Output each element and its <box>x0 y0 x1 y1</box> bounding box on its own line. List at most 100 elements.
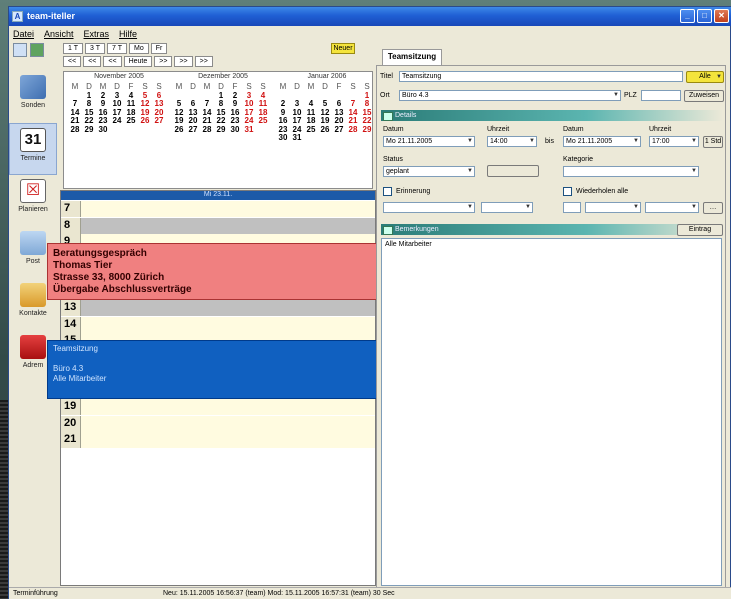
calendar-day[interactable]: 30 <box>276 133 290 143</box>
minimize-button[interactable]: _ <box>680 9 695 23</box>
planner-icon: ☒ <box>20 179 46 203</box>
wer-dropdown[interactable]: Alle <box>686 71 724 83</box>
kategorie-dropdown[interactable] <box>563 166 699 177</box>
von-time-input[interactable]: 14:00 <box>487 136 537 147</box>
hour-slot[interactable] <box>81 415 375 432</box>
nav-forward-week[interactable]: >> <box>174 56 193 67</box>
tab-fr[interactable]: Fr <box>150 43 168 54</box>
menu-ansicht[interactable]: Ansicht <box>44 29 74 39</box>
menu-extras[interactable]: Extras <box>84 29 110 39</box>
zuweisen-button[interactable]: Zuweisen <box>684 90 724 102</box>
nav-back-month[interactable]: << <box>63 56 82 67</box>
hour-slot[interactable] <box>81 316 375 333</box>
wiederholen-unit[interactable] <box>585 202 641 213</box>
sidebar-item-termine[interactable]: 31 Termine <box>9 123 57 175</box>
hour-slot[interactable] <box>81 217 375 234</box>
titel-input[interactable]: Teamsitzung <box>399 71 683 82</box>
plz-input[interactable] <box>641 90 681 101</box>
bis-time-input[interactable]: 17:00 <box>649 136 699 147</box>
nav-forward-month[interactable]: >> <box>194 56 213 67</box>
calendar-day[interactable]: 28 <box>346 125 360 135</box>
sidebar: Sonden 31 Termine ☒ Planieren Post Konta… <box>9 71 57 579</box>
tab-7-tage[interactable]: 7 T <box>107 43 127 54</box>
nav-back-day[interactable]: << <box>103 56 122 67</box>
calendar-day <box>138 126 152 135</box>
hour-slot[interactable] <box>81 201 375 217</box>
wiederholen-count[interactable] <box>563 202 581 213</box>
details-section-header: Details <box>381 110 723 121</box>
calendar-day[interactable]: 30 <box>96 125 110 135</box>
calendar-day[interactable]: 27 <box>152 116 166 126</box>
save-icon[interactable] <box>13 43 27 57</box>
close-button[interactable]: ✕ <box>714 9 729 23</box>
calendar-day[interactable]: 26 <box>138 116 152 126</box>
nav-forward-day[interactable]: >> <box>154 56 173 67</box>
hour-label: 8 <box>61 217 81 234</box>
hour-row[interactable]: 13 <box>61 300 375 316</box>
notes-textarea[interactable]: Alle Mitarbeiter <box>381 238 722 586</box>
menu-datei[interactable]: Datei <box>13 29 34 39</box>
calendar-day[interactable]: 25 <box>304 125 318 135</box>
calendar-day[interactable]: 26 <box>318 125 332 135</box>
export-icon[interactable] <box>30 43 44 57</box>
hour-row[interactable]: 7 <box>61 201 375 217</box>
sidebar-item-planieren[interactable]: ☒ Planieren <box>9 175 57 227</box>
appointment-beratung[interactable]: Beratungsgespräch Thomas Tier Strasse 33… <box>47 243 377 300</box>
calendar-day[interactable]: 31 <box>242 125 256 135</box>
appointment-teamsitzung[interactable]: Teamsitzung Büro 4.3 Alle Mitarbeiter <box>47 340 377 399</box>
hour-slot[interactable] <box>81 300 375 316</box>
calendar-day[interactable]: 26 <box>172 125 186 135</box>
tab-teamsitzung[interactable]: Teamsitzung <box>382 49 442 65</box>
ort-input[interactable]: Büro 4.3 <box>399 90 621 101</box>
detail-body: Titel Teamsitzung Alle Ort Büro 4.3 PLZ … <box>376 65 726 589</box>
calendar-day[interactable]: 31 <box>290 133 304 143</box>
hour-row[interactable]: 14 <box>61 316 375 333</box>
calendar-day[interactable]: 25 <box>256 116 270 126</box>
wiederholen-checkbox[interactable] <box>563 187 572 196</box>
notes-entry-button[interactable]: Eintrag <box>677 224 723 236</box>
status-dropdown[interactable]: geplant <box>383 166 475 177</box>
erinnerung-time[interactable] <box>481 202 533 213</box>
von-date-input[interactable]: Mo 21.11.2005 <box>383 136 475 147</box>
tab-mo[interactable]: Mo <box>129 43 149 54</box>
new-appointment-button[interactable]: Neuer <box>331 43 355 54</box>
calendar-day[interactable]: 29 <box>82 125 96 135</box>
calendar-day[interactable]: 30 <box>228 125 242 135</box>
hour-row[interactable]: 21 <box>61 432 375 448</box>
bis-date-input[interactable]: Mo 21.11.2005 <box>563 136 641 147</box>
tab-3-tage[interactable]: 3 T <box>85 43 105 54</box>
calendar-day[interactable]: 28 <box>200 125 214 135</box>
appointment-line: Strasse 33, 8000 Zürich <box>53 272 165 283</box>
toolbar <box>13 43 44 57</box>
sidebar-label: Adrem <box>22 362 44 369</box>
weekday-header: M <box>279 82 287 91</box>
calendar-day[interactable]: 28 <box>68 125 82 135</box>
calendar-day[interactable]: 27 <box>186 125 200 135</box>
weekday-header: M <box>203 82 211 91</box>
weekday-header: D <box>322 82 328 91</box>
hour-row[interactable]: 8 <box>61 217 375 234</box>
calendar-31-icon: 31 <box>20 128 46 152</box>
wiederholen-label: Wiederholen alle <box>576 188 629 195</box>
hour-slot[interactable] <box>81 432 375 448</box>
calendar-day[interactable]: 29 <box>214 125 228 135</box>
dauer-button[interactable]: 1 Std <box>703 136 723 148</box>
nav-today[interactable]: Heute <box>123 56 153 67</box>
calendar-day[interactable]: 29 <box>360 125 374 135</box>
calendar-day[interactable]: 24 <box>110 116 124 126</box>
tab-1-tag[interactable]: 1 T <box>63 43 83 54</box>
maximize-button[interactable]: □ <box>697 9 712 23</box>
sidebar-item-sonden[interactable]: Sonden <box>9 71 57 123</box>
calendar-day[interactable]: 25 <box>124 116 138 126</box>
hour-row[interactable]: 19 <box>61 399 375 415</box>
erinnerung-checkbox[interactable] <box>383 187 392 196</box>
hour-row[interactable]: 20 <box>61 415 375 432</box>
wiederholen-end[interactable] <box>645 202 699 213</box>
wiederholen-more-button[interactable]: … <box>703 202 723 214</box>
calendar-day[interactable]: 27 <box>332 125 346 135</box>
menu-hilfe[interactable]: Hilfe <box>119 29 137 39</box>
erinnerung-dropdown[interactable] <box>383 202 475 213</box>
calendar-day <box>152 126 166 135</box>
hour-slot[interactable] <box>81 399 375 415</box>
nav-back-week[interactable]: << <box>83 56 102 67</box>
